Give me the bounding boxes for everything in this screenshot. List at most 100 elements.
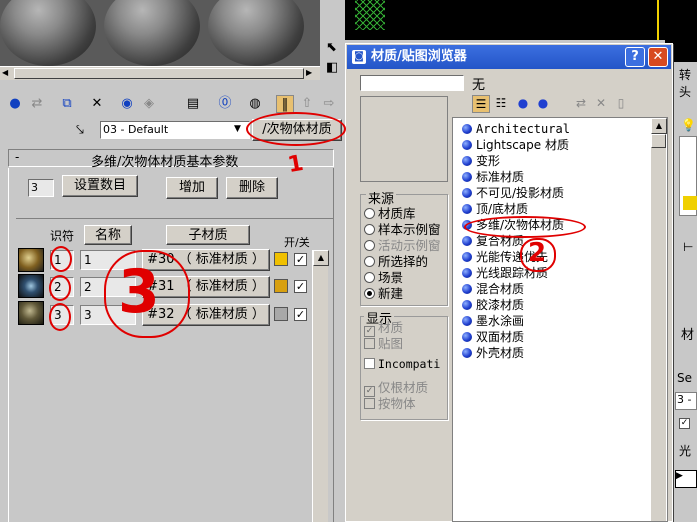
enable-checkbox-3[interactable]: ✓ xyxy=(294,308,307,321)
view-large-icons-icon[interactable]: ● xyxy=(534,95,552,113)
list-item[interactable]: 变形 xyxy=(462,153,500,169)
material-name-field[interactable]: 03 - Default xyxy=(100,121,250,139)
sample-scrollbar[interactable]: ◀ ▶ xyxy=(0,66,320,80)
light-bulb-icon[interactable]: 💡 xyxy=(681,118,696,132)
eyedropper-icon[interactable]: ⤥ xyxy=(76,122,84,138)
submaterial-preview-1[interactable] xyxy=(18,248,44,272)
source-option-new[interactable]: 新建 xyxy=(364,286,403,302)
display-materials-checkbox[interactable]: ✓ 材质 xyxy=(364,320,403,337)
set-number-button[interactable]: 设置数目 xyxy=(62,175,138,197)
list-item[interactable]: 外壳材质 xyxy=(462,345,524,361)
reset-map-icon[interactable]: ✕ xyxy=(88,95,106,113)
show-map-icon[interactable]: ◍ xyxy=(246,95,264,113)
assign-material-icon[interactable]: ⧉ xyxy=(58,95,76,113)
list-item[interactable]: Architectural xyxy=(462,121,570,137)
submaterial-button-2[interactable]: #31 （ 标准材质 ） xyxy=(142,276,270,298)
display-incompatible-checkbox[interactable]: Incompati xyxy=(364,356,440,372)
clear-library-icon[interactable]: ▯ xyxy=(612,95,630,113)
scroll-left-icon[interactable]: ◀ xyxy=(2,68,12,79)
count-field[interactable]: 3 xyxy=(28,179,54,197)
help-button[interactable]: ? xyxy=(625,47,645,67)
update-scene-icon[interactable]: ⇄ xyxy=(572,95,590,113)
view-list-icon[interactable]: ☰ xyxy=(472,95,490,113)
delete-button[interactable]: 删除 xyxy=(226,177,278,199)
submaterial-preview-3[interactable] xyxy=(18,301,44,325)
col-submat-button[interactable]: 子材质 xyxy=(166,225,250,245)
sample-sphere[interactable] xyxy=(208,0,304,66)
material-name-text: 03 - Default xyxy=(103,123,169,136)
go-sibling-icon[interactable]: ⇨ xyxy=(320,95,338,113)
search-field[interactable] xyxy=(360,75,464,91)
submaterial-button-3[interactable]: #32 （ 标准材质 ） xyxy=(142,304,270,326)
scroll-right-icon[interactable]: ▶ xyxy=(306,68,316,79)
submaterial-button-1[interactable]: #30 （ 标准材质 ） xyxy=(142,249,270,271)
list-item[interactable]: 标准材质 xyxy=(462,169,524,185)
list-scroll-up-icon[interactable]: ▲ xyxy=(651,118,667,134)
put-to-library-icon[interactable]: ▤ xyxy=(184,95,202,113)
sample-type-icon[interactable]: ◧ xyxy=(326,60,338,75)
sample-sphere[interactable] xyxy=(104,0,200,66)
scroll-thumb[interactable] xyxy=(14,68,304,79)
rollout-header[interactable]: - 多维/次物体材质基本参数 xyxy=(8,149,334,170)
list-item[interactable]: 多维/次物体材质 xyxy=(462,217,564,233)
list-item[interactable]: Lightscape 材质 xyxy=(462,137,569,153)
color-swatch-2[interactable] xyxy=(274,279,288,293)
display-maps-checkbox[interactable]: 贴图 xyxy=(364,336,403,352)
panel-field[interactable]: 3 - xyxy=(675,392,697,410)
source-option-selected[interactable]: 所选择的 xyxy=(364,254,428,270)
delete-from-library-icon[interactable]: ✕ xyxy=(592,95,610,113)
list-item[interactable]: 墨水涂画 xyxy=(462,313,524,329)
id-field-1[interactable]: 1 xyxy=(50,250,74,270)
color-swatch-1[interactable] xyxy=(274,252,288,266)
list-item[interactable]: 双面材质 xyxy=(462,329,524,345)
list-scroll-thumb[interactable] xyxy=(651,134,666,148)
sample-slots[interactable] xyxy=(0,0,320,70)
list-item[interactable]: 复合材质 xyxy=(462,233,524,249)
viewport[interactable] xyxy=(345,0,665,40)
sample-sphere[interactable] xyxy=(0,0,96,66)
close-button[interactable]: ✕ xyxy=(648,47,668,67)
copy-material-icon[interactable]: ◉ xyxy=(118,95,136,113)
get-material-icon[interactable]: ● xyxy=(6,95,24,113)
dropdown-arrow-icon[interactable]: ▼ xyxy=(234,124,241,134)
source-option-scene[interactable]: 场景 xyxy=(364,270,403,286)
panel-play-button[interactable]: ▶ xyxy=(675,470,697,488)
view-small-icons-icon[interactable]: ● xyxy=(514,95,532,113)
id-field-2[interactable]: 2 xyxy=(50,277,74,297)
add-button[interactable]: 增加 xyxy=(166,177,218,199)
put-to-scene-icon[interactable]: ⇄ xyxy=(28,95,46,113)
by-object-checkbox[interactable]: 按物体 xyxy=(364,396,416,412)
material-sphere-icon xyxy=(462,124,472,134)
list-item[interactable]: 混合材质 xyxy=(462,281,524,297)
show-end-result-icon[interactable]: ‖ xyxy=(276,95,294,113)
id-field-3[interactable]: 3 xyxy=(50,305,74,325)
view-list-icons-icon[interactable]: ☷ xyxy=(492,95,510,113)
source-option-library[interactable]: 材质库 xyxy=(364,206,416,222)
color-swatch-3[interactable] xyxy=(274,307,288,321)
source-label: 来源 xyxy=(366,188,397,207)
table-scrollbar[interactable]: ▲ xyxy=(312,250,329,522)
material-sphere-icon xyxy=(462,140,472,150)
root-only-checkbox[interactable]: ✓ 仅根材质 xyxy=(364,380,428,397)
dialog-titlebar[interactable]: ◙ 材质/贴图浏览器 ? ✕ xyxy=(347,45,671,69)
go-parent-icon[interactable]: ⇧ xyxy=(298,95,316,113)
material-sphere-icon xyxy=(462,284,472,294)
enable-checkbox-2[interactable]: ✓ xyxy=(294,280,307,293)
submaterial-preview-2[interactable] xyxy=(18,274,44,298)
make-unique-icon[interactable]: ◈ xyxy=(140,95,158,113)
scroll-up-icon[interactable]: ▲ xyxy=(313,250,329,266)
material-sphere-icon xyxy=(462,348,472,358)
material-type-button[interactable]: /次物体材质 xyxy=(252,119,342,141)
list-item[interactable]: 胶漆材质 xyxy=(462,297,524,313)
panel-checkbox[interactable]: ✓ xyxy=(679,418,690,429)
enable-checkbox-1[interactable]: ✓ xyxy=(294,253,307,266)
dialog-title: 材质/贴图浏览器 xyxy=(371,49,467,64)
cursor-icon[interactable]: ⬉ xyxy=(326,40,337,55)
source-option-mtl-editor[interactable]: 样本示例窗 xyxy=(364,222,441,238)
list-item[interactable]: 顶/底材质 xyxy=(462,201,528,217)
col-name-button[interactable]: 名称 xyxy=(84,225,132,245)
material-effects-icon[interactable]: ⓪ xyxy=(216,95,234,113)
list-item[interactable]: 不可见/投影材质 xyxy=(462,185,564,201)
list-scrollbar[interactable]: ▲ xyxy=(650,118,667,521)
panel-icon[interactable]: ⊢ xyxy=(683,240,693,254)
